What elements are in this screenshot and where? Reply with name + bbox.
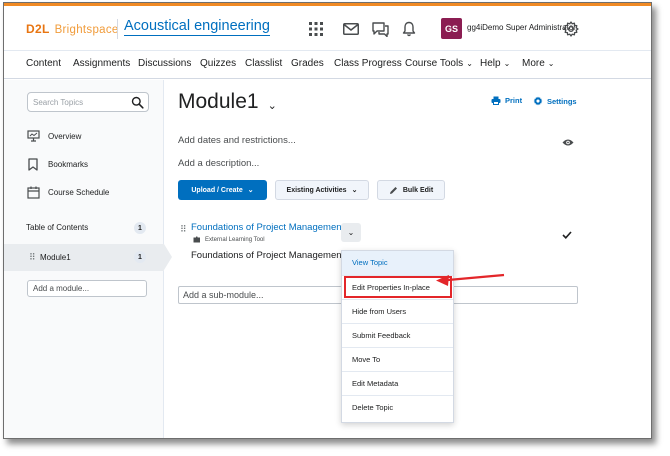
- nav-course-tools[interactable]: Course Tools ⌄: [405, 58, 473, 69]
- search-icon[interactable]: [131, 96, 144, 109]
- chevron-down-icon[interactable]: ⌄: [268, 99, 277, 112]
- sidebar-item-module1[interactable]: ⠿ Module1 1: [4, 244, 172, 271]
- nav-more[interactable]: More ⌄: [522, 58, 555, 69]
- menu-item-delete-topic[interactable]: Delete Topic: [342, 395, 453, 419]
- header-divider: [117, 19, 118, 39]
- gear-icon[interactable]: [561, 19, 581, 39]
- brightspace-logo[interactable]: D2L Brightspace: [26, 22, 119, 36]
- printer-icon: [491, 96, 501, 105]
- add-module-input[interactable]: Add a module...: [27, 280, 147, 297]
- nav-class-progress[interactable]: Class Progress: [334, 58, 402, 69]
- nav-content[interactable]: Content: [26, 58, 61, 69]
- add-description-link[interactable]: Add a description...: [178, 158, 259, 169]
- checkmark-icon[interactable]: [562, 226, 572, 244]
- module-count-badge: 1: [134, 251, 146, 263]
- sidebar-item-label: Bookmarks: [48, 159, 89, 169]
- sidebar-item-bookmarks[interactable]: Bookmarks: [26, 157, 88, 171]
- sidebar: Overview Bookmarks Course Schedule Table…: [4, 80, 172, 438]
- chevron-down-icon: ⌄: [466, 59, 473, 68]
- nav-help[interactable]: Help ⌄: [480, 58, 510, 69]
- chat-icon[interactable]: [370, 19, 390, 39]
- menu-item-submit-feedback[interactable]: Submit Feedback: [342, 323, 453, 347]
- logo-d2l: D2L: [26, 22, 50, 36]
- drag-handle-icon[interactable]: ⠿: [180, 224, 187, 235]
- print-label: Print: [505, 96, 523, 105]
- search-topics-input[interactable]: [33, 95, 128, 110]
- bookmark-icon: [26, 157, 40, 171]
- bulk-edit-label: Bulk Edit: [402, 186, 434, 194]
- topic-type: External Learning Tool: [193, 236, 265, 243]
- toc-count-badge: 1: [134, 222, 146, 234]
- presentation-icon: [26, 129, 40, 143]
- gear-icon: [533, 96, 543, 106]
- sidebar-item-label: Course Schedule: [48, 187, 110, 197]
- drag-handle-icon[interactable]: ⠿: [29, 252, 36, 263]
- menu-item-view-topic[interactable]: View Topic: [342, 251, 453, 275]
- sidebar-item-overview[interactable]: Overview: [26, 129, 81, 143]
- chevron-down-icon: ⌄: [547, 59, 555, 68]
- nav-help-label: Help: [480, 58, 501, 69]
- user-name[interactable]: gg4iDemo Super Administrator: [467, 23, 576, 32]
- upload-create-label: Upload / Create: [191, 186, 243, 194]
- menu-item-edit-metadata[interactable]: Edit Metadata: [342, 371, 453, 395]
- app-window: D2L Brightspace Acoustical engineering GS…: [3, 2, 652, 439]
- topic-actions-toggle[interactable]: ⌄: [341, 223, 361, 242]
- avatar[interactable]: GS: [441, 18, 462, 39]
- print-button[interactable]: Print: [491, 96, 522, 105]
- page-title: Module1 ⌄: [178, 90, 277, 114]
- menu-item-move-to[interactable]: Move To: [342, 347, 453, 371]
- topic-title-link[interactable]: Foundations of Project Management: [191, 222, 344, 233]
- pencil-icon: [389, 186, 398, 195]
- sidebar-item-course-schedule[interactable]: Course Schedule: [26, 185, 109, 199]
- puzzle-icon: [193, 236, 201, 243]
- add-dates-restrictions-link[interactable]: Add dates and restrictions...: [178, 135, 296, 146]
- table-of-contents-label[interactable]: Table of Contents: [26, 223, 88, 232]
- nav-classlist[interactable]: Classlist: [245, 58, 282, 69]
- nav-course-tools-label: Course Tools: [405, 58, 464, 69]
- course-navbar: Content Assignments Discussions Quizzes …: [4, 50, 651, 79]
- search-box: [27, 92, 149, 112]
- existing-activities-label: Existing Activities: [286, 186, 347, 194]
- topic-description: Foundations of Project Management: [191, 250, 345, 261]
- chevron-down-icon: ⌄: [247, 187, 254, 194]
- logo-brightspace: Brightspace: [54, 24, 119, 36]
- bulk-edit-button[interactable]: Bulk Edit: [377, 180, 445, 200]
- menu-item-hide-from-users[interactable]: Hide from Users: [342, 299, 453, 323]
- nav-more-label: More: [522, 58, 545, 69]
- bell-icon[interactable]: [399, 19, 419, 39]
- header: D2L Brightspace Acoustical engineering GS…: [4, 6, 651, 50]
- mail-icon[interactable]: [341, 19, 361, 39]
- upload-create-button[interactable]: Upload / Create ⌄: [178, 180, 267, 200]
- course-selector-grid-icon[interactable]: [306, 19, 326, 39]
- nav-grades[interactable]: Grades: [291, 58, 324, 69]
- course-title-link[interactable]: Acoustical engineering: [124, 18, 270, 36]
- chevron-down-icon: ⌄: [347, 228, 355, 237]
- sidebar-module-label: Module1: [40, 253, 71, 262]
- settings-label: Settings: [547, 96, 577, 106]
- nav-quizzes[interactable]: Quizzes: [200, 58, 236, 69]
- calendar-icon: [26, 185, 40, 199]
- eye-icon[interactable]: [562, 134, 574, 146]
- nav-assignments[interactable]: Assignments: [73, 58, 130, 69]
- sidebar-item-label: Overview: [48, 131, 82, 141]
- annotation-arrow-icon: [436, 273, 505, 286]
- nav-discussions[interactable]: Discussions: [138, 58, 191, 69]
- topic-type-label: External Learning Tool: [205, 236, 265, 243]
- existing-activities-button[interactable]: Existing Activities ⌄: [275, 180, 369, 200]
- module-title-text: Module1: [178, 90, 259, 113]
- chevron-down-icon: ⌄: [503, 59, 511, 68]
- settings-button[interactable]: Settings: [533, 96, 577, 106]
- chevron-down-icon: ⌄: [351, 187, 358, 194]
